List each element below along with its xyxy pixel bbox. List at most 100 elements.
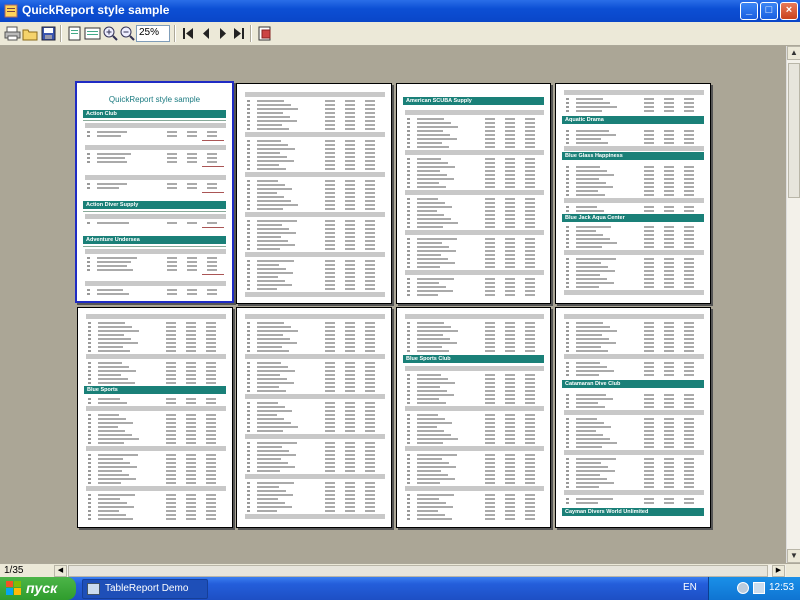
volume-icon[interactable] <box>753 582 765 594</box>
language-indicator[interactable]: EN <box>683 582 697 593</box>
table-row <box>88 470 224 472</box>
table-row <box>566 230 702 232</box>
prev-page-icon[interactable] <box>198 25 215 42</box>
table-row <box>407 390 542 392</box>
table-row <box>88 506 224 508</box>
maximize-button[interactable]: □ <box>760 2 778 20</box>
report-page-3[interactable]: American SCUBA Supply <box>396 83 551 304</box>
table-row <box>247 442 383 444</box>
customer-header: American SCUBA Supply <box>403 97 544 105</box>
table-row <box>566 282 702 284</box>
zoom-out-icon[interactable] <box>119 25 136 42</box>
table-row <box>407 166 542 168</box>
table-row <box>88 366 224 368</box>
network-icon[interactable] <box>737 582 749 594</box>
zoom-input[interactable]: 25% <box>136 25 170 42</box>
table-row <box>247 260 383 262</box>
table-row <box>566 134 702 136</box>
vertical-scrollbar[interactable]: ▲ ▼ <box>786 46 800 563</box>
taskbar-item-tablereport[interactable]: TableReport Demo <box>82 579 208 599</box>
group-header-row <box>245 394 385 399</box>
table-row <box>407 130 542 132</box>
table-row <box>566 338 702 340</box>
scroll-down-icon[interactable]: ▼ <box>787 549 800 563</box>
table-row <box>88 454 224 456</box>
app-icon <box>4 4 18 18</box>
table-row <box>407 218 542 220</box>
taskbar: пуск TableReport Demo EN 12:53 <box>0 577 800 600</box>
vertical-scroll-thumb[interactable] <box>788 63 800 198</box>
scroll-up-icon[interactable]: ▲ <box>787 46 800 60</box>
table-row <box>407 254 542 256</box>
close-preview-icon[interactable] <box>256 25 273 42</box>
first-page-icon[interactable] <box>180 25 197 42</box>
table-row <box>247 406 383 408</box>
group-header-row <box>405 110 544 115</box>
whole-page-icon[interactable] <box>66 25 83 42</box>
report-page-1[interactable]: QuickReport style sample Action Club Act… <box>75 81 234 303</box>
table-row <box>88 514 224 516</box>
report-page-2[interactable] <box>236 83 392 304</box>
table-row <box>566 266 702 268</box>
last-page-icon[interactable] <box>230 25 247 42</box>
horizontal-scrollbar[interactable]: ◀ ▶ <box>54 565 786 577</box>
customer-header: Aquatic Drama <box>562 116 704 124</box>
table-row <box>247 426 383 428</box>
table-row <box>247 378 383 380</box>
windows-flag-icon <box>6 581 21 595</box>
close-button[interactable]: × <box>780 2 798 20</box>
report-page-7[interactable]: Blue Sports Club <box>396 307 551 528</box>
zoom-in-icon[interactable] <box>102 25 119 42</box>
save-icon[interactable] <box>40 25 57 42</box>
horizontal-scroll-thumb[interactable] <box>68 565 768 577</box>
table-row <box>247 108 383 110</box>
table-row <box>566 442 702 444</box>
toolbar-separator <box>174 25 176 42</box>
print-icon[interactable] <box>4 25 21 42</box>
report-preview[interactable]: QuickReport style sample Action Club Act… <box>0 46 786 563</box>
open-icon[interactable] <box>22 25 39 42</box>
start-button[interactable]: пуск <box>0 577 76 600</box>
table-row <box>407 338 542 340</box>
table-row <box>407 158 542 160</box>
scroll-right-icon[interactable]: ▶ <box>772 565 785 577</box>
table-row <box>407 398 542 400</box>
group-header-row <box>245 474 385 479</box>
table-row <box>566 102 702 104</box>
table-row <box>247 374 383 376</box>
customer-header: Blue Sports <box>84 386 226 394</box>
report-page-8[interactable]: Catamaran Dive Club Cayman Divers World … <box>555 307 711 528</box>
table-row <box>247 156 383 158</box>
table-row <box>566 206 702 208</box>
customer-header: Adventure Undersea <box>83 236 226 244</box>
table-row <box>407 282 542 284</box>
report-page-5[interactable]: Blue Sports <box>77 307 233 528</box>
table-row <box>566 346 702 348</box>
table-row <box>566 242 702 244</box>
table-row <box>247 458 383 460</box>
table-row <box>566 174 702 176</box>
table-row <box>566 446 702 448</box>
scroll-left-icon[interactable]: ◀ <box>54 565 67 577</box>
table-row <box>88 518 224 520</box>
table-row <box>566 326 702 328</box>
table-row <box>407 442 542 444</box>
page-width-icon[interactable] <box>84 25 101 42</box>
customer-header: Blue Jack Aqua Center <box>562 214 704 222</box>
title-bar[interactable]: QuickReport style sample _ □ × <box>0 0 800 22</box>
table-row <box>247 470 383 472</box>
group-header-row <box>405 406 544 411</box>
table-row <box>566 210 702 212</box>
table-row <box>407 394 542 396</box>
table-row <box>566 458 702 460</box>
table-row <box>407 342 542 344</box>
table-row <box>247 498 383 500</box>
minimize-button[interactable]: _ <box>740 2 758 20</box>
next-page-icon[interactable] <box>214 25 231 42</box>
table-row <box>247 338 383 340</box>
table-row <box>566 482 702 484</box>
report-page-4[interactable]: Aquatic Drama Blue Glass Happiness Blue … <box>555 83 711 304</box>
report-page-6[interactable] <box>236 307 392 528</box>
table-row <box>407 438 542 440</box>
table-row <box>566 234 702 236</box>
